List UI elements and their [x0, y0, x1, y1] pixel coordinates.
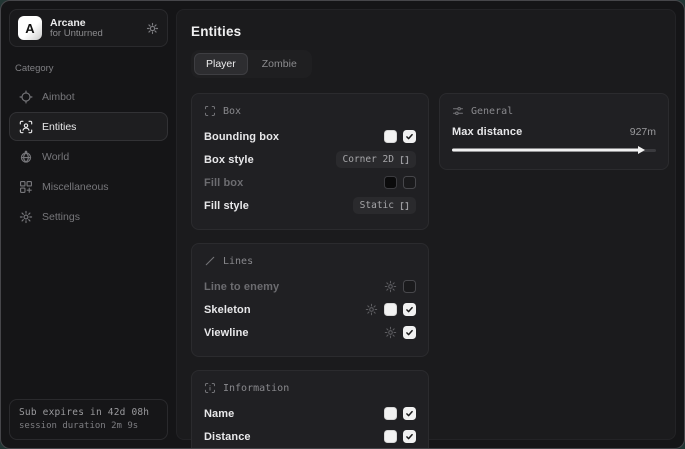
color-swatch[interactable] [384, 303, 397, 316]
app-settings-gear-icon[interactable] [146, 22, 159, 35]
setting-row-bounding-box: Bounding box [204, 126, 416, 147]
box-card: Box Bounding box Box style [191, 93, 429, 230]
fill-style-dropdown[interactable]: Static [353, 197, 416, 214]
sidebar-item-entities[interactable]: Entities [9, 112, 168, 141]
row-label: Fill box [204, 177, 243, 189]
app-header-card: A Arcane for Unturned [9, 9, 168, 47]
card-title: General [471, 106, 513, 117]
row-label: Distance [204, 431, 251, 443]
slider-fill [452, 149, 640, 152]
row-label: Name [204, 408, 234, 420]
dropdown-value: Corner 2D [343, 154, 394, 165]
information-card-header: Information [204, 382, 416, 394]
card-title: Box [223, 106, 241, 117]
gear-icon [19, 210, 33, 224]
globe-icon [19, 150, 33, 164]
info-scan-icon [204, 382, 216, 394]
row-label: Skeleton [204, 304, 251, 316]
max-distance-value: 927m [630, 126, 656, 138]
color-swatch[interactable] [384, 130, 397, 143]
setting-row-distance: Distance [204, 426, 416, 447]
sub-expiry-text: Sub expires in 42d 08h [19, 407, 158, 418]
row-label: Line to enemy [204, 281, 279, 293]
name-checkbox[interactable] [403, 407, 416, 420]
box-style-dropdown[interactable]: Corner 2D [336, 151, 416, 168]
app-logo: A [18, 16, 42, 40]
general-card: General Max distance 927m [439, 93, 669, 170]
crosshair-icon [19, 90, 33, 104]
line-to-enemy-checkbox[interactable] [403, 280, 416, 293]
row-settings-gear-icon[interactable] [384, 280, 397, 293]
sidebar-item-label: World [42, 151, 69, 163]
category-label: Category [15, 63, 162, 74]
setting-row-name: Name [204, 403, 416, 424]
row-label: Fill style [204, 200, 249, 212]
lines-card: Lines Line to enemy [191, 243, 429, 357]
card-title: Information [223, 383, 289, 394]
distance-checkbox[interactable] [403, 430, 416, 443]
color-swatch[interactable] [384, 407, 397, 420]
skeleton-checkbox[interactable] [403, 303, 416, 316]
lines-card-header: Lines [204, 255, 416, 267]
setting-row-max-distance: Max distance 927m [452, 126, 656, 138]
sidebar-item-settings[interactable]: Settings [9, 202, 168, 231]
max-distance-slider[interactable] [452, 144, 656, 156]
app-name: Arcane [50, 17, 138, 29]
slider-thumb[interactable] [638, 146, 645, 154]
left-column: Box Bounding box Box style [191, 93, 429, 449]
setting-row-viewline: Viewline [204, 322, 416, 343]
sidebar-item-label: Miscellaneous [42, 181, 109, 193]
row-label: Viewline [204, 327, 249, 339]
color-swatch[interactable] [384, 176, 397, 189]
setting-row-box-style: Box style Corner 2D [204, 149, 416, 170]
general-card-header: General [452, 105, 656, 117]
sliders-icon [452, 105, 464, 117]
diagonal-line-icon [204, 255, 216, 267]
setting-row-fill-style: Fill style Static [204, 195, 416, 216]
sidebar-nav: Aimbot Entities [9, 82, 168, 231]
bounding-box-checkbox[interactable] [403, 130, 416, 143]
sidebar-item-label: Entities [42, 121, 76, 133]
row-label: Max distance [452, 126, 522, 138]
sidebar-item-aimbot[interactable]: Aimbot [9, 82, 168, 111]
app-window: A Arcane for Unturned Category [0, 0, 685, 449]
bounding-corners-icon [204, 105, 216, 117]
viewline-checkbox[interactable] [403, 326, 416, 339]
row-label: Bounding box [204, 131, 279, 143]
sidebar-item-miscellaneous[interactable]: Miscellaneous [9, 172, 168, 201]
dropdown-value: Static [360, 200, 394, 211]
information-card: Information Name Distance [191, 370, 429, 449]
subscription-status-box: Sub expires in 42d 08h session duration … [9, 399, 168, 440]
setting-row-skeleton: Skeleton [204, 299, 416, 320]
main-panel: Entities Player Zombie Box [176, 9, 676, 440]
app-subtitle: for Unturned [50, 29, 138, 40]
session-duration-text: session duration 2m 9s [19, 421, 158, 431]
tab-zombie[interactable]: Zombie [250, 53, 309, 75]
sidebar-item-world[interactable]: World [9, 142, 168, 171]
sidebar: A Arcane for Unturned Category [1, 1, 176, 448]
sidebar-item-label: Settings [42, 211, 80, 223]
row-label: Box style [204, 154, 254, 166]
setting-row-fill-box: Fill box [204, 172, 416, 193]
sidebar-item-label: Aimbot [42, 91, 75, 103]
page-title: Entities [191, 24, 669, 39]
card-title: Lines [223, 256, 253, 267]
setting-row-line-to-enemy: Line to enemy [204, 276, 416, 297]
app-meta: Arcane for Unturned [50, 17, 138, 40]
selector-brackets-icon [400, 201, 409, 211]
content-columns: Box Bounding box Box style [191, 93, 669, 449]
tab-player[interactable]: Player [194, 53, 248, 75]
entity-tabs: Player Zombie [191, 50, 312, 78]
row-settings-gear-icon[interactable] [384, 326, 397, 339]
category-grid-icon [19, 180, 33, 194]
color-swatch[interactable] [384, 430, 397, 443]
user-scan-icon [19, 120, 33, 134]
row-settings-gear-icon[interactable] [365, 303, 378, 316]
fill-box-checkbox[interactable] [403, 176, 416, 189]
selector-brackets-icon [400, 155, 409, 165]
box-card-header: Box [204, 105, 416, 117]
right-column: General Max distance 927m [439, 93, 669, 170]
